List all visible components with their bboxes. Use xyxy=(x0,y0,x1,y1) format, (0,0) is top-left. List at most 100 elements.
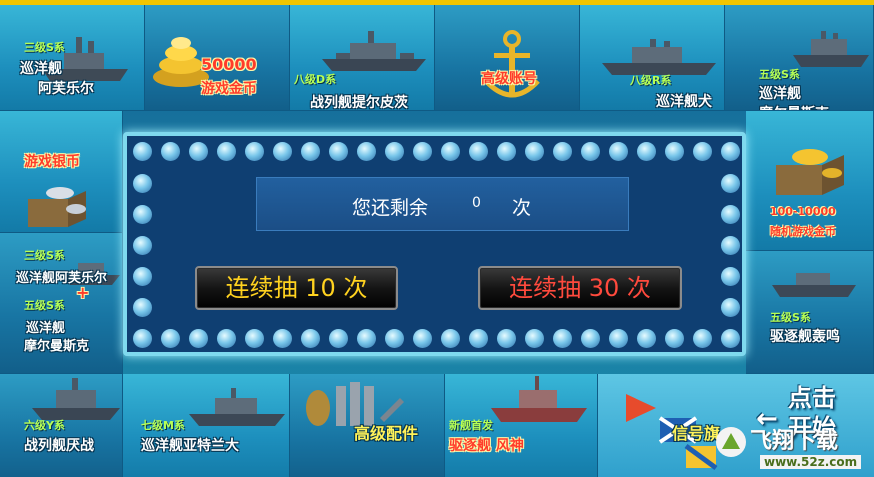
bubble-light xyxy=(133,205,152,224)
bubble-light xyxy=(217,329,236,348)
prize-cell-tirpitz: 八级D系 战列舰提尔皮茨 xyxy=(290,5,435,111)
ship-tier-tag: 六级Y系 xyxy=(24,419,65,432)
bubble-light xyxy=(525,329,544,348)
bubble-light xyxy=(665,142,684,161)
prize-cell-atlanta: 七级M系 巡洋舰亚特兰大 xyxy=(123,374,290,477)
ship-name: 摩尔曼斯克 xyxy=(759,103,829,110)
bubble-light xyxy=(413,142,432,161)
prize-cell-gold: 50000 游戏金币 xyxy=(145,5,290,111)
bubble-light xyxy=(357,329,376,348)
ship-tier-tag: 八级D系 xyxy=(294,73,337,86)
bubble-light xyxy=(693,329,712,348)
prize-cell-warspite: 六级Y系 战列舰厌战 xyxy=(0,374,123,477)
prize-cell-fujin: 新舰首发 驱逐舰 风神 xyxy=(445,374,598,477)
watermark-title: 飞翔下载 xyxy=(750,429,839,454)
bubble-light xyxy=(329,329,348,348)
ship-name: 驱逐舰轰鸣 xyxy=(770,329,840,345)
bubble-light xyxy=(133,267,152,286)
bubble-light xyxy=(189,142,208,161)
draw-10-button[interactable]: 连续抽 10 次 xyxy=(195,266,398,310)
ship-tier-tag: 五级S系 xyxy=(759,68,800,81)
bubble-light xyxy=(665,329,684,348)
remaining-prefix: 您还剩余 xyxy=(352,197,429,219)
site-logo-icon xyxy=(716,427,746,457)
gold-amount: 100-10000 xyxy=(770,205,836,218)
bubble-light xyxy=(357,142,376,161)
battleship-icon xyxy=(322,31,426,71)
plus-sign: + xyxy=(76,283,90,302)
bubble-light xyxy=(189,329,208,348)
bubble-light xyxy=(301,142,320,161)
bubble-light xyxy=(721,329,740,348)
prize-cell-parts: 高级配件 xyxy=(290,374,445,477)
ship-tier-tag: 五级S系 xyxy=(770,311,811,324)
ship-name: 巡洋舰 xyxy=(20,61,62,77)
bubble-light xyxy=(497,142,516,161)
draw-30-button[interactable]: 连续抽 30 次 xyxy=(478,266,682,310)
ship-tier-tag: 三级S系 xyxy=(24,41,65,54)
bubble-light xyxy=(553,329,572,348)
bubble-light xyxy=(385,142,404,161)
destroyer-icon xyxy=(491,376,587,422)
remaining-suffix: 次 xyxy=(512,197,532,219)
bubble-light xyxy=(441,142,460,161)
bubble-light xyxy=(161,329,180,348)
cruiser-ship-icon xyxy=(793,31,869,67)
bubble-light xyxy=(721,298,740,317)
bubble-light xyxy=(273,329,292,348)
bubble-light xyxy=(609,329,628,348)
bubble-light xyxy=(581,329,600,348)
bubble-light xyxy=(721,267,740,286)
ship-name: 战列舰厌战 xyxy=(24,438,94,454)
watermark: 飞翔下载 www.52z.com xyxy=(710,421,874,477)
ship-tier-tag: 五级S系 xyxy=(24,299,65,312)
prize-cell-inu: 八级R系 巡洋舰犬 xyxy=(580,5,725,111)
bubble-light xyxy=(441,329,460,348)
bubble-light xyxy=(329,142,348,161)
bubble-light xyxy=(497,329,516,348)
bubble-light xyxy=(161,142,180,161)
ship-tier-tag: 八级R系 xyxy=(630,74,672,87)
bubble-light xyxy=(413,329,432,348)
prize-cell-destroyer: 五级S系 驱逐舰轰鸣 xyxy=(746,251,874,374)
ship-name: 巡洋舰亚特兰大 xyxy=(141,438,239,454)
bubble-light xyxy=(721,174,740,193)
ship-tier-tag: 七级M系 xyxy=(141,419,185,432)
prize-cell-premium: 高级账号 xyxy=(435,5,580,111)
bubble-light xyxy=(273,142,292,161)
bubble-light xyxy=(721,236,740,255)
lottery-board: 三级S系 巡洋舰 阿芙乐尔 50000 游戏金币 八级D系 战列舰提尔皮茨 高级… xyxy=(0,0,874,477)
remaining-draws-counter: 您还剩余 0 次 xyxy=(256,177,629,231)
ship-name: 阿芙乐尔 xyxy=(38,81,94,97)
bubble-light xyxy=(721,142,740,161)
destroyer-icon xyxy=(772,273,856,297)
bubble-light xyxy=(133,142,152,161)
gold-label: 随机游戏金币 xyxy=(770,225,836,238)
cruiser-ship-icon xyxy=(189,388,285,426)
bubble-light xyxy=(245,142,264,161)
bubble-light xyxy=(133,329,152,348)
bubble-light xyxy=(133,298,152,317)
parts-label: 高级配件 xyxy=(354,424,419,443)
bubble-light xyxy=(133,236,152,255)
bubble-light xyxy=(469,142,488,161)
prize-cell-aurora: 三级S系 巡洋舰 阿芙乐尔 xyxy=(0,5,145,111)
remaining-value: 0 xyxy=(472,195,481,211)
ship-name: 巡洋舰 xyxy=(759,86,801,102)
watermark-url: www.52z.com xyxy=(760,455,862,469)
bubble-light xyxy=(133,174,152,193)
prize-cell-murmansk: 五级S系 巡洋舰 摩尔曼斯克 xyxy=(725,5,874,111)
prize-cell-combo: 三级S系 巡洋舰阿芙乐尔 + 五级S系 巡洋舰 摩尔曼斯克 xyxy=(0,233,123,374)
bubble-light xyxy=(637,142,656,161)
bubble-light xyxy=(385,329,404,348)
silver-crate-icon xyxy=(28,187,86,227)
ship-name: 摩尔曼斯克 xyxy=(24,339,90,354)
bubble-light xyxy=(553,142,572,161)
draw-panel xyxy=(123,132,746,356)
bubble-light xyxy=(217,142,236,161)
ship-name: 巡洋舰 xyxy=(26,321,66,336)
bubble-light xyxy=(301,329,320,348)
bubble-light xyxy=(581,142,600,161)
bubble-light xyxy=(245,329,264,348)
silver-label: 游戏银币 xyxy=(24,154,80,170)
